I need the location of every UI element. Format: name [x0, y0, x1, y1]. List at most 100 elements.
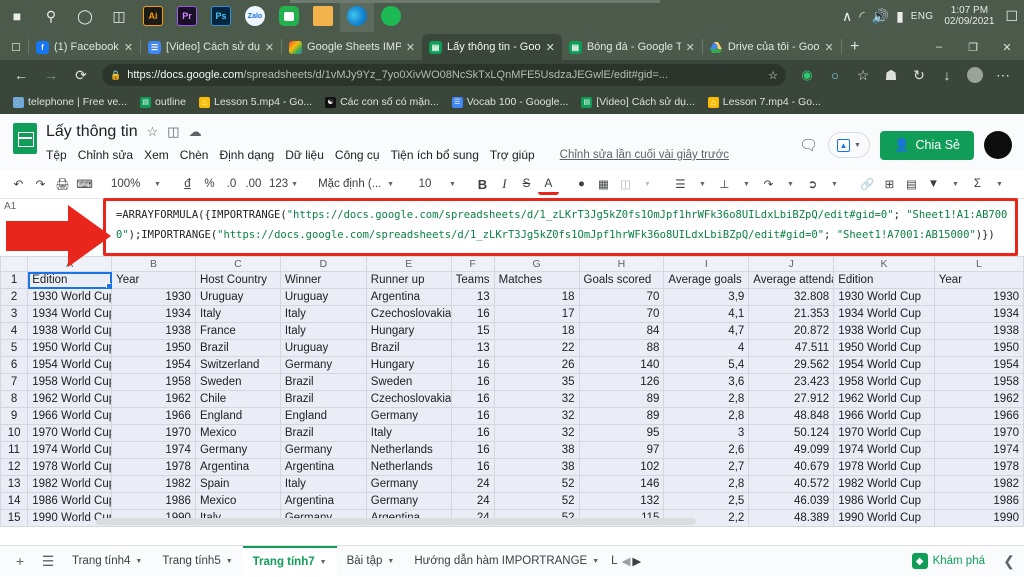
cell-K6[interactable]: 1954 World Cup — [834, 357, 935, 374]
notifications-icon[interactable]: ☐ — [1005, 9, 1018, 23]
cell-D3[interactable]: Italy — [280, 306, 366, 323]
cell-I6[interactable]: 5,4 — [664, 357, 749, 374]
browser-tab-bong-da[interactable]: ▤ Bóng đá - Google T ✕ — [562, 34, 702, 60]
row-header-15[interactable]: 15 — [1, 510, 28, 527]
illustrator-icon[interactable]: Ai — [136, 0, 170, 32]
tab-search-icon[interactable]: ☐ — [4, 34, 28, 60]
cell-E13[interactable]: Germany — [366, 476, 451, 493]
cell-B7[interactable]: 1958 — [112, 374, 196, 391]
cell-L5[interactable]: 1950 — [934, 340, 1023, 357]
collections-icon[interactable]: ☆ — [850, 63, 876, 87]
cell-L11[interactable]: 1974 — [934, 442, 1023, 459]
cell-B8[interactable]: 1962 — [112, 391, 196, 408]
line-icon[interactable] — [272, 0, 306, 32]
cell-L14[interactable]: 1986 — [934, 493, 1023, 510]
cell-D1[interactable]: Winner — [280, 272, 366, 289]
rotation-caret-icon[interactable]: ▼ — [824, 173, 845, 195]
cell-I13[interactable]: 2,8 — [664, 476, 749, 493]
filter-icon[interactable]: ▼ — [923, 173, 944, 195]
cell-A2[interactable]: 1930 World Cup — [28, 289, 112, 306]
cell-D14[interactable]: Argentina — [280, 493, 366, 510]
cell-K12[interactable]: 1978 World Cup — [834, 459, 935, 476]
cell-K5[interactable]: 1950 World Cup — [834, 340, 935, 357]
cell-K3[interactable]: 1934 World Cup — [834, 306, 935, 323]
browser-tab-lay-thong-tin[interactable]: ▤ Lấy thông tin - Goo ✕ — [422, 34, 562, 60]
merge-cells-caret-icon[interactable]: ▼ — [637, 173, 658, 195]
cell-K10[interactable]: 1970 World Cup — [834, 425, 935, 442]
cell-D10[interactable]: Brazil — [280, 425, 366, 442]
tab-close-icon[interactable]: ✕ — [686, 41, 695, 54]
cell-L9[interactable]: 1966 — [934, 408, 1023, 425]
cell-A12[interactable]: 1978 World Cup — [28, 459, 112, 476]
cell-I2[interactable]: 3,9 — [664, 289, 749, 306]
cell-A14[interactable]: 1986 World Cup — [28, 493, 112, 510]
cell-F14[interactable]: 24 — [451, 493, 494, 510]
history-icon[interactable]: ↻ — [906, 63, 932, 87]
edge-icon[interactable] — [340, 0, 374, 32]
row-header-4[interactable]: 4 — [1, 323, 28, 340]
cell-C1[interactable]: Host Country — [195, 272, 280, 289]
cell-L3[interactable]: 1934 — [934, 306, 1023, 323]
bookmark-lesson5[interactable]: △ Lesson 5.mp4 - Go... — [194, 94, 317, 110]
cell-G6[interactable]: 26 — [494, 357, 579, 374]
insert-comment-icon[interactable]: ⊞ — [879, 173, 900, 195]
cell-H4[interactable]: 84 — [579, 323, 664, 340]
menu-xem[interactable]: Xem — [144, 148, 169, 162]
cell-D6[interactable]: Germany — [280, 357, 366, 374]
cell-C2[interactable]: Uruguay — [195, 289, 280, 306]
share-button[interactable]: 👤 Chia Sẻ — [880, 131, 974, 160]
extension-green-icon[interactable]: ◉ — [794, 63, 820, 87]
percent-button[interactable]: % — [199, 173, 220, 195]
cell-E2[interactable]: Argentina — [366, 289, 451, 306]
cell-F7[interactable]: 16 — [451, 374, 494, 391]
comment-history-icon[interactable]: 🗨 — [799, 136, 818, 154]
cell-J7[interactable]: 23.423 — [749, 374, 834, 391]
cell-A10[interactable]: 1970 World Cup — [28, 425, 112, 442]
cell-K4[interactable]: 1938 World Cup — [834, 323, 935, 340]
wrap-caret-icon[interactable]: ▼ — [780, 173, 801, 195]
battery-icon[interactable]: ▮ — [896, 9, 904, 23]
sheet-tab-huong-dan-ham-importrange[interactable]: Hướng dẫn hàm IMPORTRANGE ▼ — [404, 546, 609, 577]
cell-K14[interactable]: 1986 World Cup — [834, 493, 935, 510]
windows-start-icon[interactable]: ■ — [0, 0, 34, 32]
cell-K1[interactable]: Edition — [834, 272, 935, 289]
cell-K8[interactable]: 1962 World Cup — [834, 391, 935, 408]
cell-E5[interactable]: Brazil — [366, 340, 451, 357]
bookmark-cac-con-so[interactable]: ☯ Các con số có mặn... — [320, 94, 444, 110]
cell-C3[interactable]: Italy — [195, 306, 280, 323]
insert-link-icon[interactable]: 🔗 — [857, 173, 878, 195]
cell-J4[interactable]: 20.872 — [749, 323, 834, 340]
cell-E7[interactable]: Sweden — [366, 374, 451, 391]
cell-G5[interactable]: 22 — [494, 340, 579, 357]
favorite-add-icon[interactable]: ☆ — [768, 69, 778, 82]
cell-F10[interactable]: 16 — [451, 425, 494, 442]
cell-H1[interactable]: Goals scored — [579, 272, 664, 289]
tab-close-icon[interactable]: ✕ — [406, 41, 415, 54]
menu-tro-giup[interactable]: Trợ giúp — [490, 148, 535, 162]
cell-B1[interactable]: Year — [112, 272, 196, 289]
cell-E9[interactable]: Germany — [366, 408, 451, 425]
sheet-tab-partial[interactable]: L — [609, 546, 619, 577]
borders-icon[interactable]: ▦ — [593, 173, 614, 195]
vertical-align-icon[interactable]: ⊥ — [714, 173, 735, 195]
cell-C12[interactable]: Argentina — [195, 459, 280, 476]
menu-tep[interactable]: Tệp — [46, 148, 67, 162]
present-lock-button[interactable]: ▲ ▼ — [828, 132, 870, 158]
menu-chen[interactable]: Chèn — [180, 148, 209, 162]
font-selector[interactable]: Mặc định (... ▼ — [314, 173, 398, 195]
cell-F5[interactable]: 13 — [451, 340, 494, 357]
sheet-tab-trang-tinh5[interactable]: Trang tính5 ▼ — [152, 546, 242, 577]
cell-G7[interactable]: 35 — [494, 374, 579, 391]
cell-G12[interactable]: 38 — [494, 459, 579, 476]
cell-G2[interactable]: 18 — [494, 289, 579, 306]
cell-D12[interactable]: Argentina — [280, 459, 366, 476]
cell-I12[interactable]: 2,7 — [664, 459, 749, 476]
new-tab-button[interactable]: + — [842, 34, 868, 60]
scroll-left-icon[interactable]: ◀ — [622, 554, 631, 568]
row-header-5[interactable]: 5 — [1, 340, 28, 357]
cell-F13[interactable]: 24 — [451, 476, 494, 493]
downloads-icon[interactable]: ↓ — [934, 63, 960, 87]
cell-D2[interactable]: Uruguay — [280, 289, 366, 306]
strikethrough-button[interactable]: S — [516, 173, 537, 195]
cell-F2[interactable]: 13 — [451, 289, 494, 306]
